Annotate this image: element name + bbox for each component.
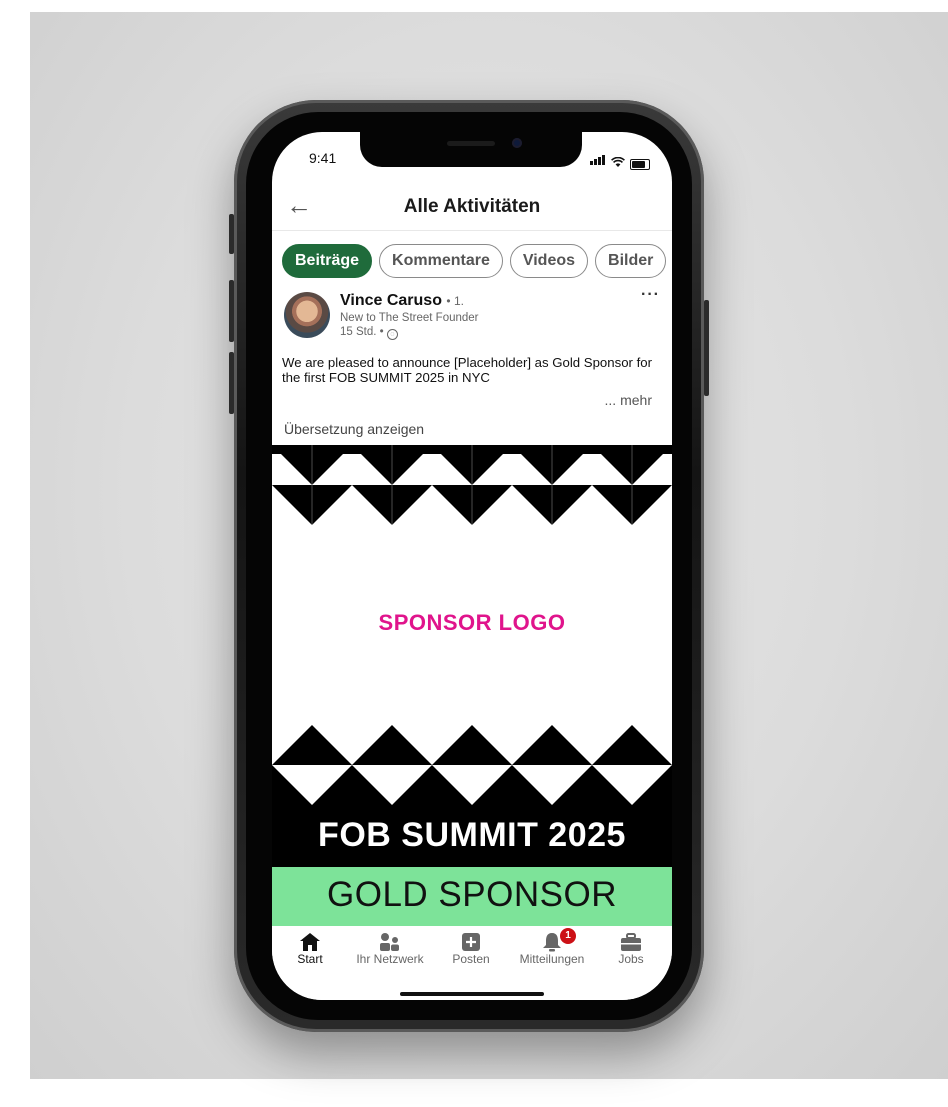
nav-jobs[interactable]: Jobs <box>591 926 671 966</box>
tab-kommentare[interactable]: Kommentare <box>379 244 503 278</box>
post-image[interactable]: SPONSOR LOGO FOB SUMMIT 2025 GOLD SPONSO… <box>272 445 672 926</box>
nav-network-label: Ihr Netzwerk <box>356 952 424 966</box>
tab-beitraege[interactable]: Beiträge <box>282 244 373 278</box>
mute-switch <box>229 214 234 254</box>
summit-banner: FOB SUMMIT 2025 <box>272 815 672 867</box>
home-icon <box>272 926 350 952</box>
phone-screen: 9:41 ← Alle Aktivitäten Beiträge Komment… <box>272 132 672 1000</box>
sponsor-logo-placeholder: SPONSOR LOGO <box>378 610 566 635</box>
post-timestamp: 15 Std. • ◌ <box>340 326 398 340</box>
nav-post[interactable]: Posten <box>431 926 511 966</box>
filter-tabs: Beiträge Kommentare Videos Bilder <box>282 244 667 278</box>
home-indicator[interactable] <box>400 992 544 996</box>
see-more-link[interactable]: ... mehr <box>605 392 652 408</box>
camera-icon <box>512 138 522 148</box>
more-options-icon[interactable]: ··· <box>641 286 660 304</box>
status-icons <box>590 152 650 170</box>
author-subtitle: New to The Street Founder <box>340 312 479 324</box>
power-button <box>704 300 709 396</box>
gold-sponsor-title: GOLD SPONSOR <box>327 875 617 914</box>
page-title: Alle Aktivitäten <box>403 196 541 217</box>
nav-notifications-label: Mitteilungen <box>519 952 585 966</box>
bell-icon <box>512 926 592 952</box>
tab-videos[interactable]: Videos <box>509 244 589 278</box>
notch <box>360 132 582 167</box>
page-header: ← Alle Aktivitäten <box>272 184 672 231</box>
nav-jobs-label: Jobs <box>618 952 644 966</box>
post-header: Vince Caruso • 1. New to The Street Foun… <box>284 286 660 346</box>
network-icon <box>350 926 430 952</box>
wifi-icon <box>611 156 625 170</box>
signal-icon <box>590 152 606 170</box>
author-name-text[interactable]: Vince Caruso <box>340 292 442 309</box>
briefcase-icon <box>591 926 671 952</box>
bottom-navigation: Start Ihr Netzwerk Posten 1 Mitteilungen <box>272 926 672 1000</box>
nav-notifications[interactable]: 1 Mitteilungen <box>512 926 592 966</box>
avatar[interactable] <box>284 292 330 338</box>
connection-degree: • 1. <box>446 294 464 308</box>
nav-start-label: Start <box>297 952 323 966</box>
volume-down-button <box>229 352 234 414</box>
plus-square-icon <box>431 926 511 952</box>
post-text: We are pleased to announce [Placeholder]… <box>282 355 652 385</box>
show-translation-link[interactable]: Übersetzung anzeigen <box>284 421 424 437</box>
tab-bilder[interactable]: Bilder <box>595 244 667 278</box>
post-time-text: 15 Std. • <box>340 326 384 338</box>
status-time: 9:41 <box>309 150 337 166</box>
globe-icon: ◌ <box>386 329 398 340</box>
nav-post-label: Posten <box>452 952 490 966</box>
nav-network[interactable]: Ihr Netzwerk <box>350 926 430 966</box>
nav-start[interactable]: Start <box>272 926 350 966</box>
volume-up-button <box>229 280 234 342</box>
author-name[interactable]: Vince Caruso • 1. <box>340 292 464 310</box>
battery-icon <box>630 159 650 170</box>
summit-title: FOB SUMMIT 2025 <box>318 816 626 854</box>
gold-sponsor-banner: GOLD SPONSOR <box>272 867 672 926</box>
notification-badge: 1 <box>560 928 576 944</box>
